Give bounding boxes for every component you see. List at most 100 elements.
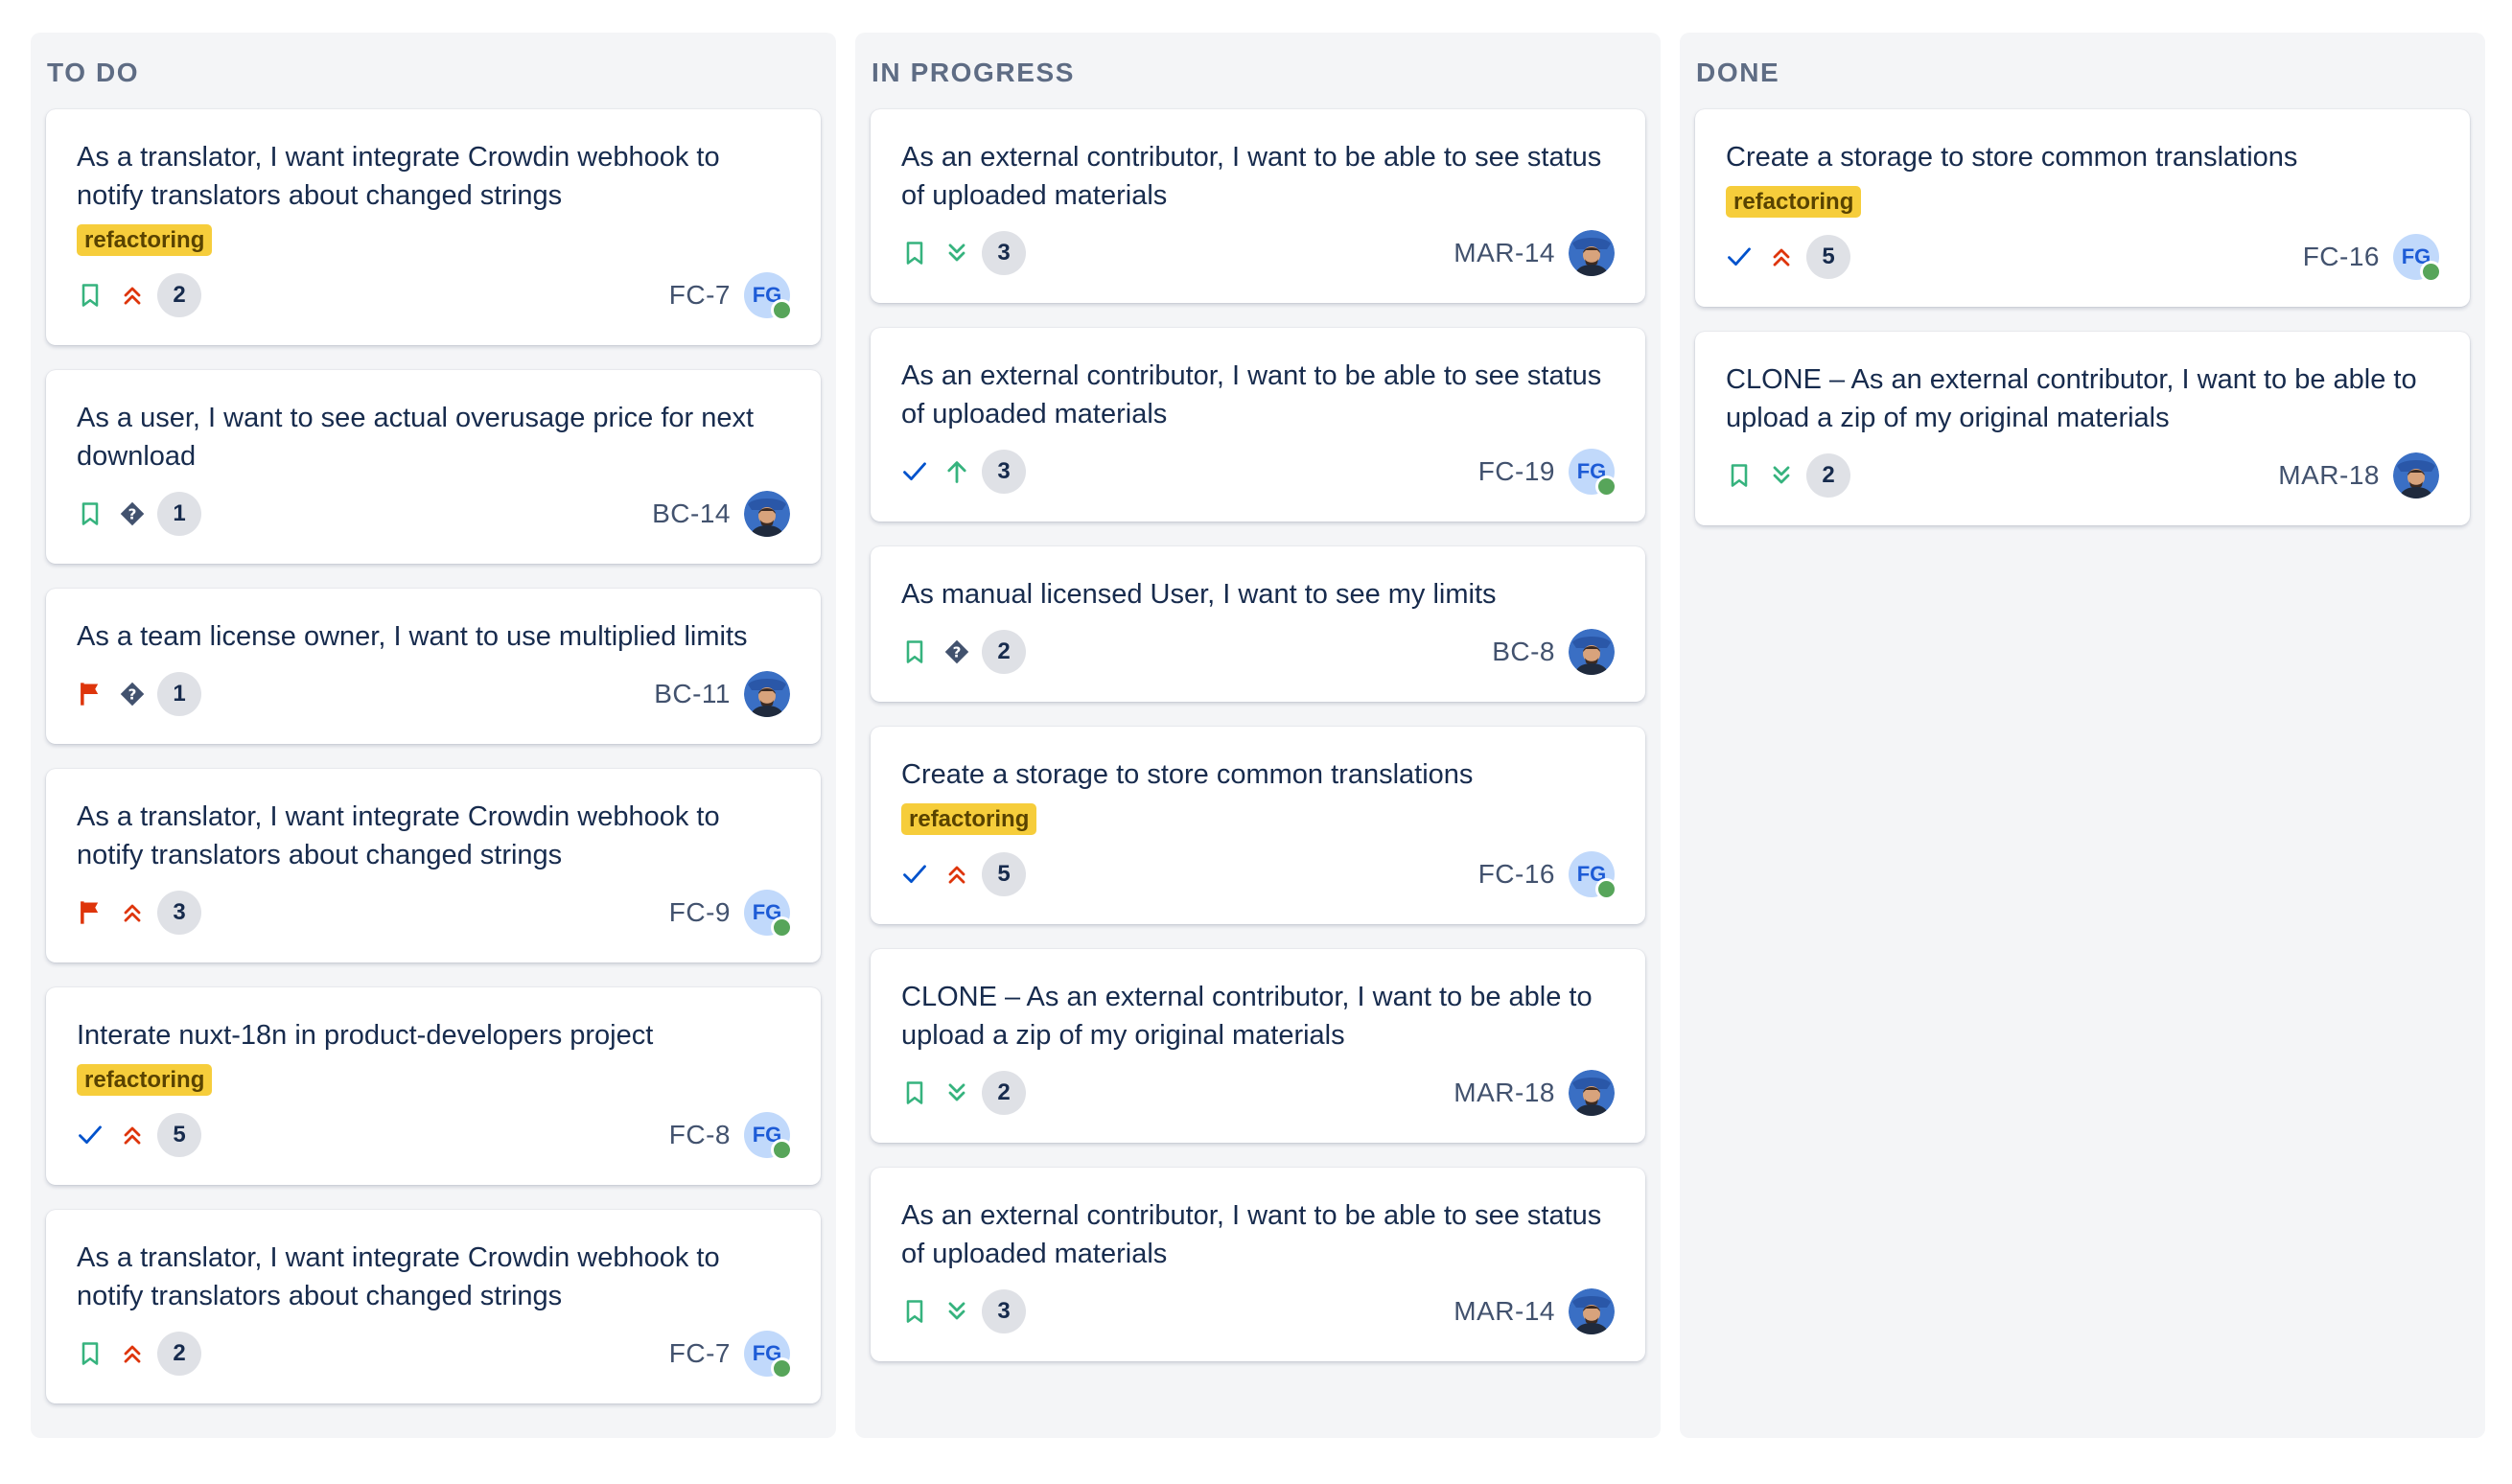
label-badge: refactoring — [77, 224, 213, 256]
label-row: refactoring — [77, 1064, 790, 1097]
column-todo: TO DO As a translator, I want integrate … — [31, 33, 836, 1438]
issue-card[interactable]: Create a storage to store common transla… — [1695, 109, 2470, 307]
card-footer: ? 2 BC-8 — [901, 625, 1615, 679]
card-meta: ? 2 — [901, 625, 1026, 679]
avatar[interactable] — [1569, 629, 1615, 675]
card-assignee: FC-7 FG — [669, 268, 793, 322]
card-meta: 5 — [1726, 230, 1850, 284]
avatar[interactable] — [1569, 1288, 1615, 1334]
issue-key[interactable]: MAR-18 — [1454, 1078, 1555, 1108]
card-footer: 3 FC-19 FG — [901, 445, 1617, 499]
card-footer: 2 FC-7 FG — [77, 268, 793, 322]
priority-highest-icon — [1768, 243, 1795, 270]
card-assignee: MAR-18 — [1454, 1066, 1615, 1120]
avatar[interactable]: FG — [744, 890, 793, 939]
issue-card[interactable]: CLONE – As an external contributor, I wa… — [871, 949, 1645, 1143]
issue-card[interactable]: As a translator, I want integrate Crowdi… — [46, 1210, 821, 1403]
story-points-badge: 2 — [157, 1332, 201, 1376]
issue-key[interactable]: FC-19 — [1478, 456, 1555, 487]
issue-card[interactable]: As a translator, I want integrate Crowdi… — [46, 769, 821, 962]
card-assignee: FC-16 FG — [1478, 847, 1617, 901]
card-title: As a team license owner, I want to use m… — [77, 621, 748, 652]
priority-lowest-icon — [943, 1298, 970, 1325]
avatar[interactable] — [1569, 1070, 1615, 1116]
avatar[interactable]: FG — [744, 272, 793, 321]
avatar[interactable] — [1569, 230, 1615, 276]
issue-key[interactable]: BC-14 — [652, 499, 731, 529]
issue-key[interactable]: FC-16 — [1478, 859, 1555, 890]
priority-unknown-icon: ? — [943, 638, 970, 665]
issue-key[interactable]: MAR-18 — [2278, 460, 2380, 491]
card-title: As a translator, I want integrate Crowdi… — [77, 801, 720, 870]
card-assignee: FC-9 FG — [669, 886, 793, 939]
issue-key[interactable]: MAR-14 — [1454, 238, 1555, 268]
issue-card[interactable]: CLONE – As an external contributor, I wa… — [1695, 332, 2470, 525]
story-points-badge: 3 — [982, 1289, 1026, 1333]
priority-lowest-icon — [943, 1079, 970, 1106]
card-assignee: FC-19 FG — [1478, 445, 1617, 499]
story-points-badge: 2 — [157, 273, 201, 317]
label-badge: refactoring — [77, 1064, 213, 1096]
priority-high-icon — [943, 458, 970, 485]
story-points-badge: 1 — [157, 492, 201, 536]
check-icon — [901, 861, 928, 888]
avatar[interactable]: FG — [1569, 851, 1617, 900]
story-points-badge: 3 — [157, 891, 201, 935]
card-meta: 5 — [901, 847, 1026, 901]
avatar[interactable]: FG — [744, 1331, 793, 1380]
avatar[interactable] — [744, 491, 790, 537]
avatar[interactable]: FG — [744, 1112, 793, 1161]
issue-card[interactable]: As a translator, I want integrate Crowdi… — [46, 109, 821, 345]
story-points-badge: 5 — [982, 852, 1026, 896]
card-meta: ? 1 — [77, 667, 201, 721]
bookmark-icon — [77, 282, 104, 309]
column-in-progress: IN PROGRESS As an external contributor, … — [855, 33, 1661, 1438]
issue-card[interactable]: As an external contributor, I want to be… — [871, 109, 1645, 303]
priority-unknown-icon: ? — [119, 500, 146, 527]
avatar[interactable] — [2393, 452, 2439, 499]
issue-card[interactable]: As manual licensed User, I want to see m… — [871, 546, 1645, 702]
bookmark-icon — [901, 1079, 928, 1106]
issue-key[interactable]: FC-8 — [669, 1120, 731, 1150]
issue-card[interactable]: As an external contributor, I want to be… — [871, 328, 1645, 522]
priority-highest-icon — [119, 1340, 146, 1367]
card-meta: 3 — [901, 226, 1026, 280]
issue-key[interactable]: FC-7 — [669, 280, 731, 311]
bookmark-icon — [77, 500, 104, 527]
priority-lowest-icon — [943, 240, 970, 267]
issue-key[interactable]: FC-16 — [2303, 242, 2380, 272]
card-list: As a translator, I want integrate Crowdi… — [46, 109, 821, 1428]
label-row: refactoring — [1726, 186, 2439, 219]
card-meta: ? 1 — [77, 487, 201, 541]
card-title: As manual licensed User, I want to see m… — [901, 579, 1497, 610]
card-footer: ? 1 BC-11 — [77, 667, 790, 721]
card-footer: 2 FC-7 FG — [77, 1327, 793, 1380]
card-footer: 5 FC-16 FG — [1726, 230, 2442, 284]
avatar[interactable]: FG — [2393, 234, 2442, 283]
check-icon — [77, 1122, 104, 1148]
issue-key[interactable]: MAR-14 — [1454, 1296, 1555, 1327]
card-meta: 2 — [901, 1066, 1026, 1120]
card-meta: 2 — [77, 1327, 201, 1380]
card-footer: 3 MAR-14 — [901, 1285, 1615, 1338]
priority-highest-icon — [119, 1122, 146, 1148]
issue-key[interactable]: FC-9 — [669, 897, 731, 928]
avatar[interactable]: FG — [1569, 449, 1617, 498]
issue-card[interactable]: As a user, I want to see actual overusag… — [46, 370, 821, 564]
priority-unknown-icon: ? — [119, 681, 146, 707]
priority-highest-icon — [943, 861, 970, 888]
issue-key[interactable]: BC-11 — [654, 679, 731, 709]
issue-card[interactable]: Interate nuxt-18n in product-developers … — [46, 987, 821, 1185]
online-status-dot — [771, 299, 793, 321]
card-title: Create a storage to store common transla… — [1726, 142, 2298, 173]
column-title: TO DO — [47, 58, 140, 87]
issue-card[interactable]: As a team license owner, I want to use m… — [46, 589, 821, 744]
issue-card[interactable]: Create a storage to store common transla… — [871, 727, 1645, 924]
avatar[interactable] — [744, 671, 790, 717]
issue-key[interactable]: BC-8 — [1492, 637, 1555, 667]
story-points-badge: 5 — [1806, 235, 1850, 279]
bookmark-icon — [77, 1340, 104, 1367]
card-title: As a user, I want to see actual overusag… — [77, 403, 755, 472]
issue-card[interactable]: As an external contributor, I want to be… — [871, 1168, 1645, 1361]
issue-key[interactable]: FC-7 — [669, 1338, 731, 1369]
